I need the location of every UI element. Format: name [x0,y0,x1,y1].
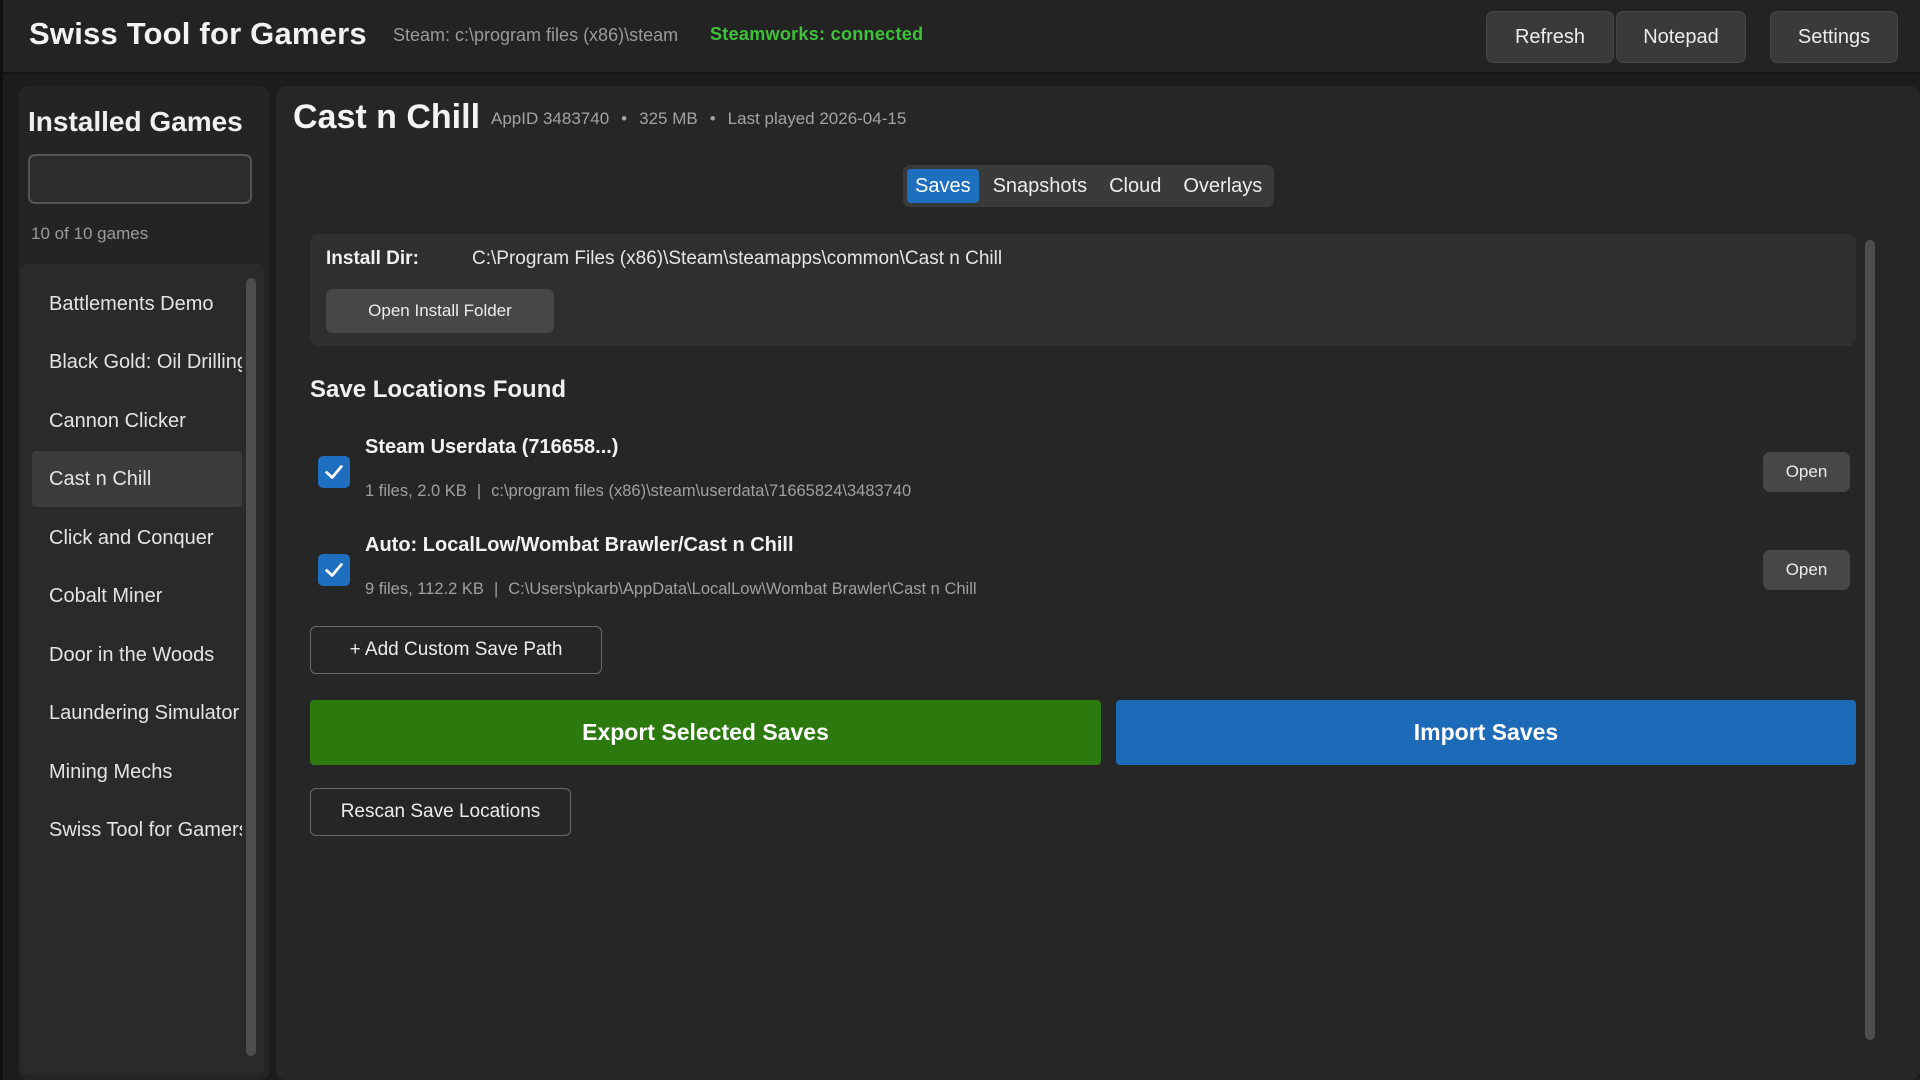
save-location-title: Steam Userdata (716658...) [365,436,619,458]
export-selected-saves-button[interactable]: Export Selected Saves [310,700,1101,765]
game-list-item[interactable]: Mining Mechs [32,744,242,800]
game-meta: AppID 3483740 • 325 MB • Last played 2026-04… [491,109,906,129]
app-title: Swiss Tool for Gamers [29,16,367,51]
game-list-item[interactable]: Swiss Tool for Gamers [32,802,242,858]
game-list-item-selected[interactable]: Cast n Chill [32,451,242,507]
refresh-button[interactable]: Refresh [1486,11,1614,63]
game-list: Battlements Demo Black Gold: Oil Drillin… [20,264,264,1074]
appid-label: AppID 3483740 [491,109,610,128]
main-panel: Cast n Chill AppID 3483740 • 325 MB • Last p… [276,86,1920,1080]
save-location-detail: 1 files, 2.0 KB | c:\program files (x86)\s… [365,482,911,501]
last-played-label: Last played 2026-04-15 [727,109,907,128]
game-search-input[interactable] [28,154,252,204]
meta-separator: • [709,109,716,128]
checkmark-icon [325,563,343,577]
game-list-item[interactable]: Cannon Clicker [32,393,242,449]
save-locations-heading: Save Locations Found [310,376,567,403]
meta-separator: • [621,109,628,128]
tab-saves[interactable]: Saves [907,169,979,203]
game-list-item[interactable]: Cobalt Miner [32,568,242,624]
save-location-path: c:\program files (x86)\steam\userdata\71… [491,482,912,500]
install-dir-card: Install Dir: C:\Program Files (x86)\Stea… [310,234,1856,346]
install-dir-label: Install Dir: [326,248,419,269]
game-list-item[interactable]: Battlements Demo [32,276,242,332]
game-list-item[interactable]: Laundering Simulator [32,685,242,741]
notepad-button[interactable]: Notepad [1616,11,1746,63]
save-location-item: Auto: LocalLow/Wombat Brawler/Cast n Chi… [310,526,1856,606]
import-saves-button[interactable]: Import Saves [1116,700,1856,765]
top-bar: Swiss Tool for Gamers Steam: c:\program … [3,0,1920,74]
save-location-detail: 9 files, 112.2 KB | C:\Users\pkarb\AppData… [365,580,977,599]
main-scrollbar[interactable] [1865,240,1875,1040]
save-location-files: 9 files, 112.2 KB [365,580,484,598]
sidebar: Installed Games 10 of 10 games Battlemen… [18,86,270,1080]
game-count: 10 of 10 games [31,224,149,243]
steamworks-status: Steamworks: connected [710,24,924,44]
game-list-item[interactable]: Door in the Woods [32,627,242,683]
tab-cloud[interactable]: Cloud [1101,169,1169,203]
checkmark-icon [325,465,343,479]
settings-button[interactable]: Settings [1770,11,1898,63]
game-list-item[interactable]: Click and Conquer [32,510,242,566]
save-location-item: Steam Userdata (716658...) 1 files, 2.0 … [310,428,1856,508]
size-label: 325 MB [639,109,698,128]
sidebar-title: Installed Games [28,106,243,137]
detail-separator: | [493,580,499,598]
window-edge [0,0,3,1080]
tab-snapshots[interactable]: Snapshots [985,169,1096,203]
save-location-checkbox[interactable] [318,456,350,488]
detail-separator: | [476,482,482,500]
open-install-folder-button[interactable]: Open Install Folder [326,289,554,333]
save-location-checkbox[interactable] [318,554,350,586]
game-list-item[interactable]: Black Gold: Oil Drilling Simulator [32,334,242,390]
install-dir-path: C:\Program Files (x86)\Steam\steamapps\c… [472,248,1003,269]
save-location-path: C:\Users\pkarb\AppData\LocalLow\Wombat B… [508,580,977,598]
sidebar-scrollbar[interactable] [246,278,256,1056]
steam-path-label: Steam: c:\program files (x86)\steam [393,25,679,45]
open-save-location-button[interactable]: Open [1763,452,1850,492]
add-custom-save-path-button[interactable]: + Add Custom Save Path [310,626,602,674]
save-location-title: Auto: LocalLow/Wombat Brawler/Cast n Chi… [365,534,794,556]
open-save-location-button[interactable]: Open [1763,550,1850,590]
rescan-save-locations-button[interactable]: Rescan Save Locations [310,788,571,836]
save-location-files: 1 files, 2.0 KB [365,482,467,500]
tab-bar: Saves Snapshots Cloud Overlays [903,165,1275,207]
game-title: Cast n Chill [293,98,481,136]
tab-overlays[interactable]: Overlays [1175,169,1270,203]
